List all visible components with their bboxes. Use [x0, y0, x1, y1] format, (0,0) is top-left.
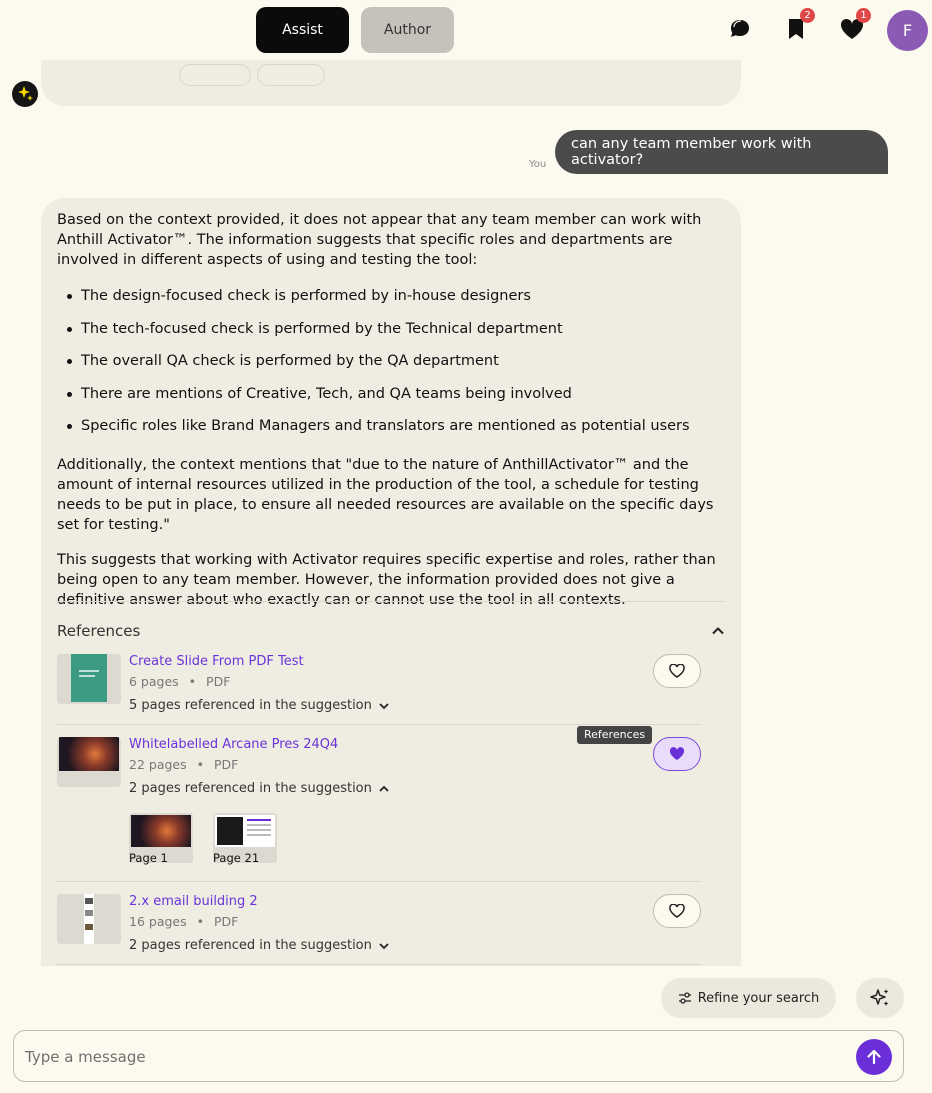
divider [57, 964, 701, 965]
document-thumbnail[interactable] [57, 894, 121, 944]
favorite-button[interactable] [653, 894, 701, 928]
refine-search-button[interactable]: Refine your search [661, 978, 836, 1018]
user-avatar[interactable]: F [887, 10, 928, 51]
answer-intro: Based on the context provided, it does n… [57, 212, 702, 268]
reference-meta: 22 pages • PDF [129, 757, 239, 772]
refine-search-label: Refine your search [697, 990, 820, 1006]
answer-body: Based on the context provided, it does n… [57, 210, 727, 624]
document-thumbnail[interactable] [57, 737, 121, 787]
page-label: Page 1 [129, 851, 168, 865]
referenced-pages-text: 2 pages referenced in the suggestion [129, 781, 372, 796]
favorite-button[interactable] [653, 654, 701, 688]
referenced-pages-text: 5 pages referenced in the suggestion [129, 698, 372, 713]
page-count: 22 pages [129, 757, 187, 772]
file-type: PDF [206, 674, 231, 689]
favorite-button[interactable] [653, 737, 701, 771]
heart-outline-icon [669, 904, 685, 918]
send-button[interactable] [856, 1039, 892, 1075]
divider [57, 724, 701, 725]
page-label: Page 21 [213, 851, 260, 865]
assistant-avatar [12, 81, 38, 107]
references-tooltip: References [577, 726, 653, 744]
answer-bullet-list: The design-focused check is performed by… [57, 286, 727, 449]
sparkle-icon [18, 86, 33, 101]
chats-button[interactable] [725, 14, 755, 44]
arrow-up-icon [867, 1049, 881, 1065]
reference-item: 2.x email building 2 16 pages • PDF 2 page… [57, 894, 701, 964]
chevron-down-icon [379, 702, 389, 709]
reference-item: Create Slide From PDF Test 6 pages • PDF 5… [57, 654, 701, 724]
favorites-button[interactable]: 1 [837, 8, 871, 44]
reference-meta: 6 pages • PDF [129, 674, 231, 689]
referenced-pages-text: 2 pages referenced in the suggestion [129, 938, 372, 953]
bookmarks-button[interactable]: 2 [781, 8, 815, 44]
chevron-up-icon[interactable] [711, 624, 725, 638]
page-preview[interactable]: Page 1 [129, 813, 193, 865]
divider [57, 601, 725, 602]
sender-label: You [529, 159, 547, 170]
references-header[interactable]: References [57, 622, 725, 640]
answer-paragraph: Additionally, the context mentions that … [57, 456, 714, 533]
top-bar: Assist Author 2 1 F [0, 0, 932, 60]
referenced-pages-toggle[interactable]: 5 pages referenced in the suggestion [129, 698, 390, 713]
divider [57, 881, 701, 882]
document-thumbnail[interactable] [57, 654, 121, 704]
references-heading: References [57, 622, 141, 640]
heart-outline-icon [669, 664, 685, 678]
page-count: 16 pages [129, 914, 187, 929]
ai-suggest-button[interactable] [856, 978, 904, 1018]
page-preview[interactable]: Page 21 [213, 813, 277, 865]
heart-filled-icon [669, 747, 685, 760]
bookmarks-count-badge: 2 [800, 8, 815, 23]
author-mode-button[interactable]: Author [361, 7, 454, 53]
favorites-count-badge: 1 [856, 8, 871, 23]
referenced-pages-toggle[interactable]: 2 pages referenced in the suggestion [129, 938, 390, 953]
list-item: The overall QA check is performed by the… [57, 351, 727, 384]
assistant-answer-bubble: Based on the context provided, it does n… [41, 198, 741, 978]
file-type: PDF [214, 914, 239, 929]
user-message-text: can any team member work with activator? [571, 136, 812, 168]
previous-answer-bubble [41, 56, 741, 106]
assist-mode-button[interactable]: Assist [256, 7, 349, 53]
previous-action-pill[interactable] [179, 64, 251, 86]
list-item: Specific roles like Brand Managers and t… [57, 416, 727, 449]
reference-title-link[interactable]: 2.x email building 2 [129, 894, 258, 909]
list-item: The tech-focused check is performed by t… [57, 319, 727, 352]
page-count: 6 pages [129, 674, 179, 689]
chevron-up-icon [379, 785, 389, 792]
previous-action-pill[interactable] [257, 64, 325, 86]
sparkles-icon [870, 989, 889, 1006]
list-item: The design-focused check is performed by… [57, 286, 727, 319]
reference-title-link[interactable]: Whitelabelled Arcane Pres 24Q4 [129, 737, 338, 752]
referenced-pages-toggle[interactable]: 2 pages referenced in the suggestion [129, 781, 390, 796]
list-item: There are mentions of Creative, Tech, an… [57, 384, 727, 417]
user-message-bubble: can any team member work with activator? [555, 130, 888, 174]
reference-item: Whitelabelled Arcane Pres 24Q4 22 pages •… [57, 737, 701, 877]
chat-bubbles-icon [731, 20, 749, 37]
sliders-icon [678, 992, 691, 1004]
reference-meta: 16 pages • PDF [129, 914, 239, 929]
reference-title-link[interactable]: Create Slide From PDF Test [129, 654, 304, 669]
message-input[interactable] [25, 1043, 825, 1071]
message-composer [13, 1030, 904, 1082]
file-type: PDF [214, 757, 239, 772]
chevron-down-icon [379, 942, 389, 949]
